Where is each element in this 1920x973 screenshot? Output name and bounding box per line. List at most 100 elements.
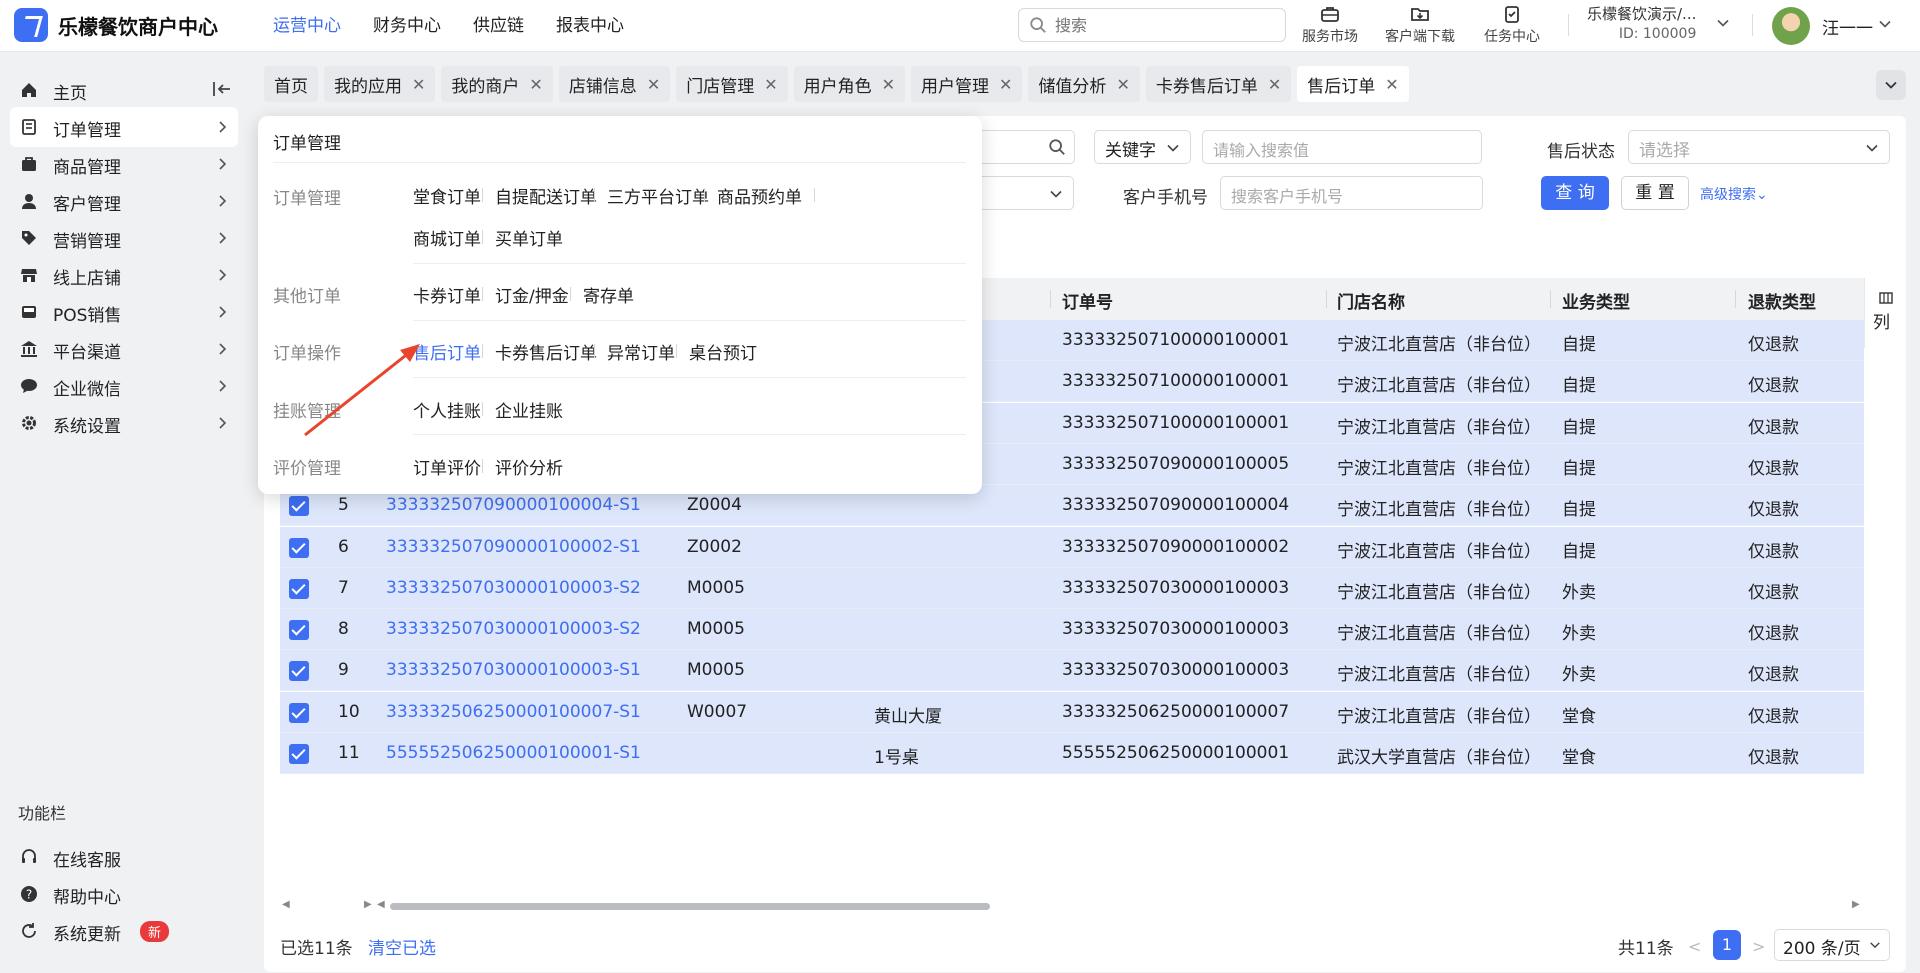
sidebar-item-settings[interactable]: 系统设置 — [10, 403, 238, 443]
menu-item-abnormal-orders[interactable]: 异常订单 — [607, 339, 675, 364]
row-checkbox[interactable] — [289, 537, 309, 558]
next-page-icon[interactable]: > — [1752, 937, 1765, 956]
scrollbar-thumb[interactable] — [390, 903, 990, 910]
avatar[interactable] — [1772, 7, 1810, 45]
close-icon[interactable]: ✕ — [882, 75, 895, 94]
page-current[interactable]: 1 — [1713, 930, 1741, 960]
close-icon[interactable]: ✕ — [412, 75, 425, 94]
user-name[interactable]: 汪一一 — [1822, 14, 1873, 39]
table-row[interactable]: 8 333332507030000100003-S2 M0005 3333325070… — [280, 609, 1864, 651]
sidebar-item-orders[interactable]: 订单管理 — [10, 107, 238, 147]
sidebar-item-channels[interactable]: 平台渠道 — [10, 329, 238, 369]
clear-selection-link[interactable]: 清空已选 — [368, 934, 436, 959]
table-row[interactable]: 7 333332507030000100003-S2 M0005 3333325070… — [280, 567, 1864, 609]
tab-aftersale-orders[interactable]: 售后订单 ✕ — [1297, 66, 1409, 102]
menu-item-review-analysis[interactable]: 评价分析 — [495, 454, 563, 479]
aftersale-order-link[interactable]: 333332507090000100004-S1 — [386, 495, 641, 515]
row-checkbox[interactable] — [289, 702, 309, 723]
row-checkbox[interactable] — [289, 620, 309, 641]
aftersale-status-select[interactable]: 请选择 — [1628, 130, 1890, 164]
page-size-select[interactable]: 200 条/页 — [1774, 929, 1890, 961]
aftersale-order-link[interactable]: 333332506250000100007-S1 — [386, 702, 641, 722]
aftersale-order-link[interactable]: 333332507030000100003-S2 — [386, 578, 641, 598]
chevron-down-icon[interactable] — [1878, 17, 1892, 31]
close-icon[interactable]: ✕ — [529, 75, 542, 94]
menu-item-pickup-delivery-orders[interactable]: 自提配送订单 — [495, 183, 597, 208]
menu-item-coupon-aftersale-orders[interactable]: 卡券售后订单 — [495, 339, 597, 364]
sidebar-item-customers[interactable]: 客户管理 — [10, 181, 238, 221]
menu-item-dine-in-orders[interactable]: 堂食订单 — [413, 183, 481, 208]
row-checkbox[interactable] — [289, 496, 309, 517]
global-search[interactable] — [1018, 8, 1286, 42]
keyword-input[interactable]: 请输入搜索值 — [1202, 130, 1482, 164]
tab-user-roles[interactable]: 用户角色 ✕ — [793, 66, 906, 102]
scroll-left-icon[interactable]: ◀ — [282, 899, 290, 910]
table-row[interactable]: 11 555552506250000100001-S1 1号桌 55555250625… — [280, 733, 1864, 774]
sidebar-item-online-service[interactable]: 在线客服 — [10, 837, 238, 877]
advanced-search-link[interactable]: 高级搜索⌄ — [1700, 184, 1768, 204]
row-checkbox[interactable] — [289, 661, 309, 682]
close-icon[interactable]: ✕ — [1268, 75, 1281, 94]
global-search-input[interactable] — [1055, 15, 1275, 35]
column-settings-button[interactable]: 列 — [1864, 278, 1906, 348]
keyword-type-select[interactable]: 关键字 — [1094, 130, 1191, 164]
tab-store-management[interactable]: 门店管理 ✕ — [676, 66, 788, 102]
close-icon[interactable]: ✕ — [999, 75, 1012, 94]
close-icon[interactable]: ✕ — [1385, 75, 1398, 94]
tab-store-info[interactable]: 店铺信息 ✕ — [558, 66, 671, 102]
row-checkbox[interactable] — [289, 578, 309, 599]
top-nav-operations[interactable]: 运营中心 — [273, 0, 341, 52]
menu-item-reservation-orders[interactable]: 商品预约单 — [717, 183, 802, 208]
sidebar-item-help[interactable]: ? 帮助中心 — [10, 874, 238, 914]
aftersale-order-link[interactable]: 555552506250000100001-S1 — [386, 743, 641, 763]
sidebar-item-system-update[interactable]: 系统更新 新 — [10, 911, 238, 951]
top-nav-supply-chain[interactable]: 供应链 — [473, 0, 524, 52]
logo[interactable]: 乐檬餐饮商户中心 — [14, 8, 218, 42]
top-nav-finance[interactable]: 财务中心 — [373, 0, 441, 52]
chevron-down-icon[interactable] — [1716, 16, 1730, 30]
customer-phone-input[interactable]: 搜索客户手机号 — [1220, 176, 1483, 210]
menu-item-deposit[interactable]: 订金/押金 — [495, 282, 569, 307]
menu-item-order-reviews[interactable]: 订单评价 — [413, 454, 481, 479]
task-center-button[interactable]: 任务中心 — [1484, 4, 1540, 46]
sidebar-item-pos[interactable]: POS销售 — [10, 292, 238, 332]
aftersale-order-link[interactable]: 333332507030000100003-S1 — [386, 660, 641, 680]
close-icon[interactable]: ✕ — [647, 75, 660, 94]
table-row[interactable]: 6 333332507090000100002-S1 Z0002 3333325070… — [280, 526, 1864, 568]
tab-my-merchants[interactable]: 我的商户 ✕ — [441, 66, 553, 102]
scroll-right-icon[interactable]: ▶ — [1852, 899, 1860, 910]
close-icon[interactable]: ✕ — [1116, 75, 1129, 94]
menu-item-mall-orders[interactable]: 商城订单 — [413, 225, 481, 250]
tab-coupon-aftersale[interactable]: 卡券售后订单 ✕ — [1145, 66, 1292, 102]
tabs-more-button[interactable] — [1876, 70, 1906, 100]
query-button[interactable]: 查 询 — [1541, 176, 1609, 210]
reset-button[interactable]: 重 置 — [1621, 176, 1689, 210]
menu-item-third-party-orders[interactable]: 三方平台订单 — [607, 183, 709, 208]
sidebar-item-online-store[interactable]: 线上店铺 — [10, 255, 238, 295]
tab-stored-value-analysis[interactable]: 储值分析 ✕ — [1028, 66, 1140, 102]
aftersale-order-link[interactable]: 333332507030000100003-S2 — [386, 619, 641, 639]
tab-user-management[interactable]: 用户管理 ✕ — [911, 66, 1023, 102]
top-nav-reports[interactable]: 报表中心 — [556, 0, 624, 52]
tab-home[interactable]: 首页 — [264, 66, 318, 102]
sidebar-item-marketing[interactable]: 营销管理 — [10, 218, 238, 258]
sidebar-item-wecom[interactable]: 企业微信 — [10, 366, 238, 406]
prev-page-icon[interactable]: < — [1688, 937, 1701, 956]
table-row[interactable]: 10 333332506250000100007-S1 W0007 黄山大厦 33333… — [280, 691, 1864, 733]
menu-item-coupon-orders[interactable]: 卡券订单 — [413, 282, 481, 307]
tenant-switcher[interactable]: 乐檬餐饮演示/... ID: 100009 — [1587, 3, 1696, 42]
menu-item-storage-orders[interactable]: 寄存单 — [583, 282, 634, 307]
close-icon[interactable]: ✕ — [764, 75, 777, 94]
sidebar-item-goods[interactable]: 商品管理 — [10, 144, 238, 184]
menu-item-pay-orders[interactable]: 买单订单 — [495, 225, 563, 250]
tab-my-apps[interactable]: 我的应用 ✕ — [324, 66, 436, 102]
client-download-button[interactable]: 客户端下载 — [1385, 4, 1455, 46]
table-row[interactable]: 9 333332507030000100003-S1 M0005 3333325070… — [280, 650, 1864, 692]
aftersale-order-link[interactable]: 333332507090000100002-S1 — [386, 537, 641, 557]
menu-item-table-reservation[interactable]: 桌台预订 — [689, 339, 757, 364]
row-checkbox[interactable] — [289, 744, 309, 764]
service-market-button[interactable]: 服务市场 — [1302, 4, 1358, 46]
scroll-right-icon[interactable]: ▶ — [364, 899, 372, 910]
scroll-left-icon[interactable]: ◀ — [377, 899, 385, 910]
menu-item-enterprise-credit[interactable]: 企业挂账 — [495, 397, 563, 422]
